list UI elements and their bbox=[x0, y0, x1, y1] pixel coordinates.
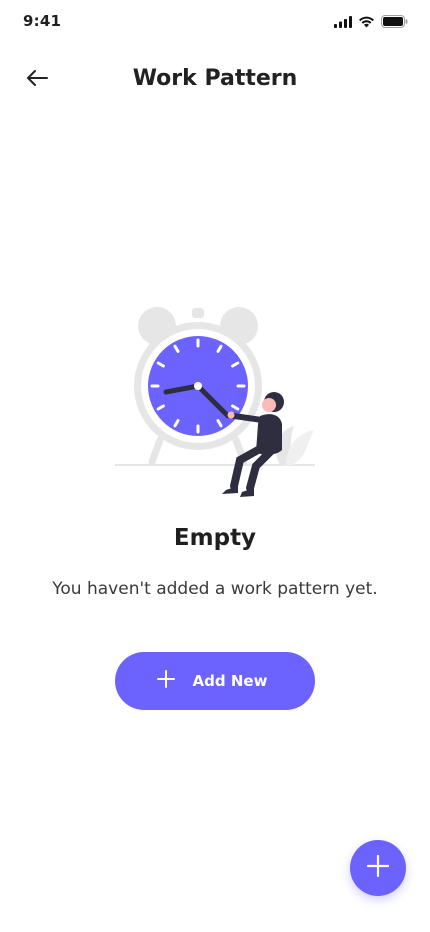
empty-state-title: Empty bbox=[173, 525, 257, 551]
page-title: Work Pattern bbox=[132, 66, 298, 91]
add-new-label: Add New bbox=[192, 672, 268, 690]
add-fab-button[interactable] bbox=[350, 840, 406, 896]
work-pattern-screen: 9:41 Work Pattern Empty You haven't adde… bbox=[0, 0, 430, 932]
alarm-clock-illustration bbox=[100, 300, 330, 505]
status-bar: 9:41 bbox=[0, 0, 430, 44]
status-time: 9:41 bbox=[23, 12, 62, 30]
wifi-icon bbox=[358, 13, 375, 32]
status-icons bbox=[334, 13, 408, 32]
plus-icon bbox=[156, 670, 175, 692]
empty-state-message: You haven't added a work pattern yet. bbox=[52, 579, 378, 599]
header: Work Pattern bbox=[0, 56, 430, 104]
battery-icon bbox=[381, 13, 408, 32]
add-new-button[interactable]: Add New bbox=[115, 652, 315, 710]
plus-icon bbox=[366, 854, 390, 881]
signal-icon bbox=[334, 13, 352, 32]
